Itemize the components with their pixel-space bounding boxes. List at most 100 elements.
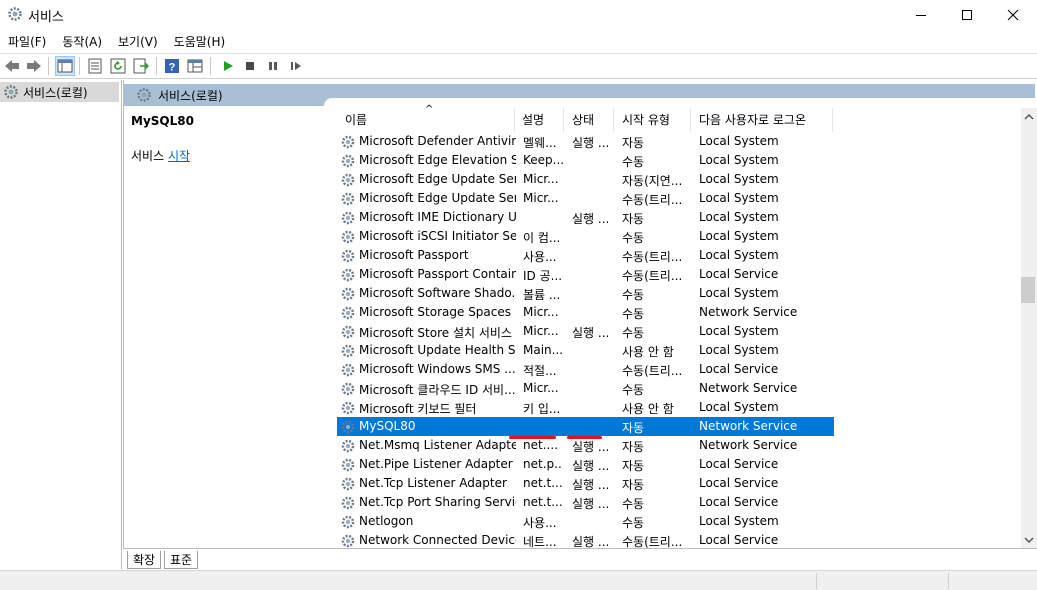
service-row[interactable]: Microsoft Update Health S... Main... 사용 안 …: [337, 341, 834, 360]
service-row[interactable]: Net.Tcp Listener Adapter net.t... 실행 ... 자동…: [337, 474, 834, 493]
menu-action[interactable]: 동작(A): [54, 30, 110, 52]
column-header-status[interactable]: 상태: [565, 108, 614, 132]
service-status: 실행 ...: [572, 459, 610, 473]
service-row[interactable]: Microsoft Windows SMS ... 적절... 수동(트리... Lo…: [337, 360, 834, 379]
main-panel: 서비스(로컬) MySQL80 서비스 시작 이름 ^ 설명 상태 시작 유형 …: [123, 80, 1037, 569]
service-status: 실행 ...: [572, 136, 610, 150]
service-name: Microsoft iSCSI Initiator Se...: [359, 229, 516, 243]
export-list-icon[interactable]: [131, 56, 151, 76]
scroll-up-icon[interactable]: [1023, 111, 1035, 125]
scroll-down-icon[interactable]: [1023, 534, 1035, 548]
service-startup-type: 수동(트리...: [622, 193, 683, 207]
console-tree-icon[interactable]: [55, 56, 75, 76]
service-row[interactable]: Microsoft iSCSI Initiator Se... 이 컴... 수동 L…: [337, 227, 834, 246]
service-logon: Local System: [699, 400, 779, 414]
service-row[interactable]: Microsoft Edge Elevation S... Keep... 수동 Lo…: [337, 151, 834, 170]
service-logon: Local Service: [699, 267, 779, 281]
service-gear-icon: [340, 476, 356, 492]
service-gear-icon: [340, 324, 356, 340]
column-header-status-label: 상태: [572, 113, 595, 127]
service-logon: Network Service: [699, 305, 798, 319]
service-description: ID 공...: [523, 269, 563, 283]
service-status: 실행 ...: [572, 212, 610, 226]
service-startup-type: 수동: [622, 288, 645, 302]
pause-service-icon[interactable]: [263, 56, 283, 76]
menu-view[interactable]: 보기(V): [110, 30, 166, 52]
service-description: 사용...: [523, 250, 557, 264]
service-row[interactable]: Microsoft Store 설치 서비스 Micr... 실행 ... 수동 Loc…: [337, 322, 834, 341]
service-name: Net.Msmq Listener Adapter: [359, 438, 516, 452]
service-status: 실행 ...: [572, 497, 610, 511]
services-gear-icon: [3, 84, 19, 100]
tab-standard[interactable]: 표준: [164, 551, 199, 569]
column-header-startup-type-label: 시작 유형: [622, 113, 670, 127]
service-gear-icon: [340, 438, 356, 454]
service-status: 실행 ...: [572, 478, 610, 492]
refresh-icon[interactable]: [108, 56, 128, 76]
service-gear-icon: [340, 191, 356, 207]
column-header-name[interactable]: 이름 ^: [337, 104, 515, 132]
stop-service-icon[interactable]: [240, 56, 260, 76]
service-row[interactable]: Microsoft Edge Update Ser... Micr... 수동(트리…: [337, 189, 834, 208]
service-row[interactable]: Microsoft Passport Container ID 공... 수동(트리…: [337, 265, 834, 284]
service-logon: Local System: [699, 153, 779, 167]
column-header-description[interactable]: 설명: [516, 108, 564, 132]
console-view-icon[interactable]: [185, 56, 205, 76]
restart-service-icon[interactable]: [286, 56, 306, 76]
service-name: Microsoft Edge Update Ser...: [359, 191, 516, 205]
service-row[interactable]: Microsoft 키보드 필터 키 입... 사용 안 함 Local System: [337, 398, 834, 417]
service-description: Micr...: [523, 381, 559, 395]
service-logon: Local System: [699, 229, 779, 243]
service-gear-icon: [340, 248, 356, 264]
start-service-icon[interactable]: [218, 56, 238, 76]
service-row[interactable]: Net.Pipe Listener Adapter net.p... 실행 ... 자…: [337, 455, 834, 474]
service-gear-icon: [340, 343, 356, 359]
service-row[interactable]: Microsoft Software Shado... 볼륨 ... 수동 Local…: [337, 284, 834, 303]
service-row[interactable]: Microsoft 클라우드 ID 서비... Micr... 수동 Network …: [337, 379, 834, 398]
service-logon: Local System: [699, 514, 779, 528]
column-header-logon[interactable]: 다음 사용자로 로그온: [692, 108, 833, 132]
tree-item-services-local[interactable]: 서비스(로컬): [0, 82, 119, 102]
service-gear-icon: [340, 286, 356, 302]
service-name: Microsoft 클라우드 ID 서비...: [359, 383, 516, 397]
service-logon: Network Service: [699, 419, 798, 433]
scroll-thumb[interactable]: [1021, 277, 1035, 303]
service-row[interactable]: Net.Tcp Port Sharing Service net.t... 실행 .…: [337, 493, 834, 512]
service-row-selected[interactable]: MySQL80 자동 Network Service: [337, 417, 834, 436]
forward-arrow-icon[interactable]: [24, 56, 44, 76]
vertical-scrollbar[interactable]: [1021, 108, 1037, 549]
service-row[interactable]: Microsoft Passport 사용... 수동(트리... Local Sys…: [337, 246, 834, 265]
service-row[interactable]: Microsoft Storage Spaces ... Micr... 수동 Net…: [337, 303, 834, 322]
services-gear-icon: [7, 6, 23, 22]
service-startup-type: 수동(트리...: [622, 364, 683, 378]
view-tabs: 확장 표준: [123, 548, 1037, 570]
service-name: MySQL80: [359, 419, 416, 433]
service-startup-type: 자동: [622, 459, 645, 473]
service-name: Microsoft IME Dictionary U...: [359, 210, 516, 224]
menu-file[interactable]: 파일(F): [0, 30, 54, 52]
menu-help[interactable]: 도움말(H): [166, 30, 234, 52]
maximize-button[interactable]: [944, 0, 990, 30]
help-icon[interactable]: ?: [162, 56, 182, 76]
properties-icon[interactable]: [85, 56, 105, 76]
service-description: net.t...: [523, 476, 563, 490]
service-row[interactable]: Netlogon 사용... 수동 Local System: [337, 512, 834, 531]
service-row[interactable]: Microsoft IME Dictionary U... 실행 ... 자동 Loc…: [337, 208, 834, 227]
service-gear-icon: [340, 381, 356, 397]
service-row[interactable]: Net.Msmq Listener Adapter net.... 실행 ... 자동…: [337, 436, 834, 455]
column-header-startup-type[interactable]: 시작 유형: [615, 108, 691, 132]
service-startup-type: 사용 안 함: [622, 345, 674, 359]
back-arrow-icon[interactable]: [2, 56, 22, 76]
close-button[interactable]: [990, 0, 1036, 30]
start-service-link[interactable]: 시작: [168, 149, 190, 163]
service-name: Microsoft Passport Container: [359, 267, 516, 281]
service-logon: Local Service: [699, 457, 779, 471]
minimize-button[interactable]: [898, 0, 944, 30]
service-name: Microsoft Edge Elevation S...: [359, 153, 516, 167]
sort-ascending-icon: ^: [425, 104, 434, 115]
toolbar-separator: [156, 57, 157, 75]
tab-extended[interactable]: 확장: [127, 551, 162, 569]
service-row[interactable]: Microsoft Edge Update Ser... Micr... 자동(지연…: [337, 170, 834, 189]
service-status: 실행 ...: [572, 326, 610, 340]
service-row[interactable]: Microsoft Defender Antivir... 멜웨... 실행 ...…: [337, 132, 834, 151]
